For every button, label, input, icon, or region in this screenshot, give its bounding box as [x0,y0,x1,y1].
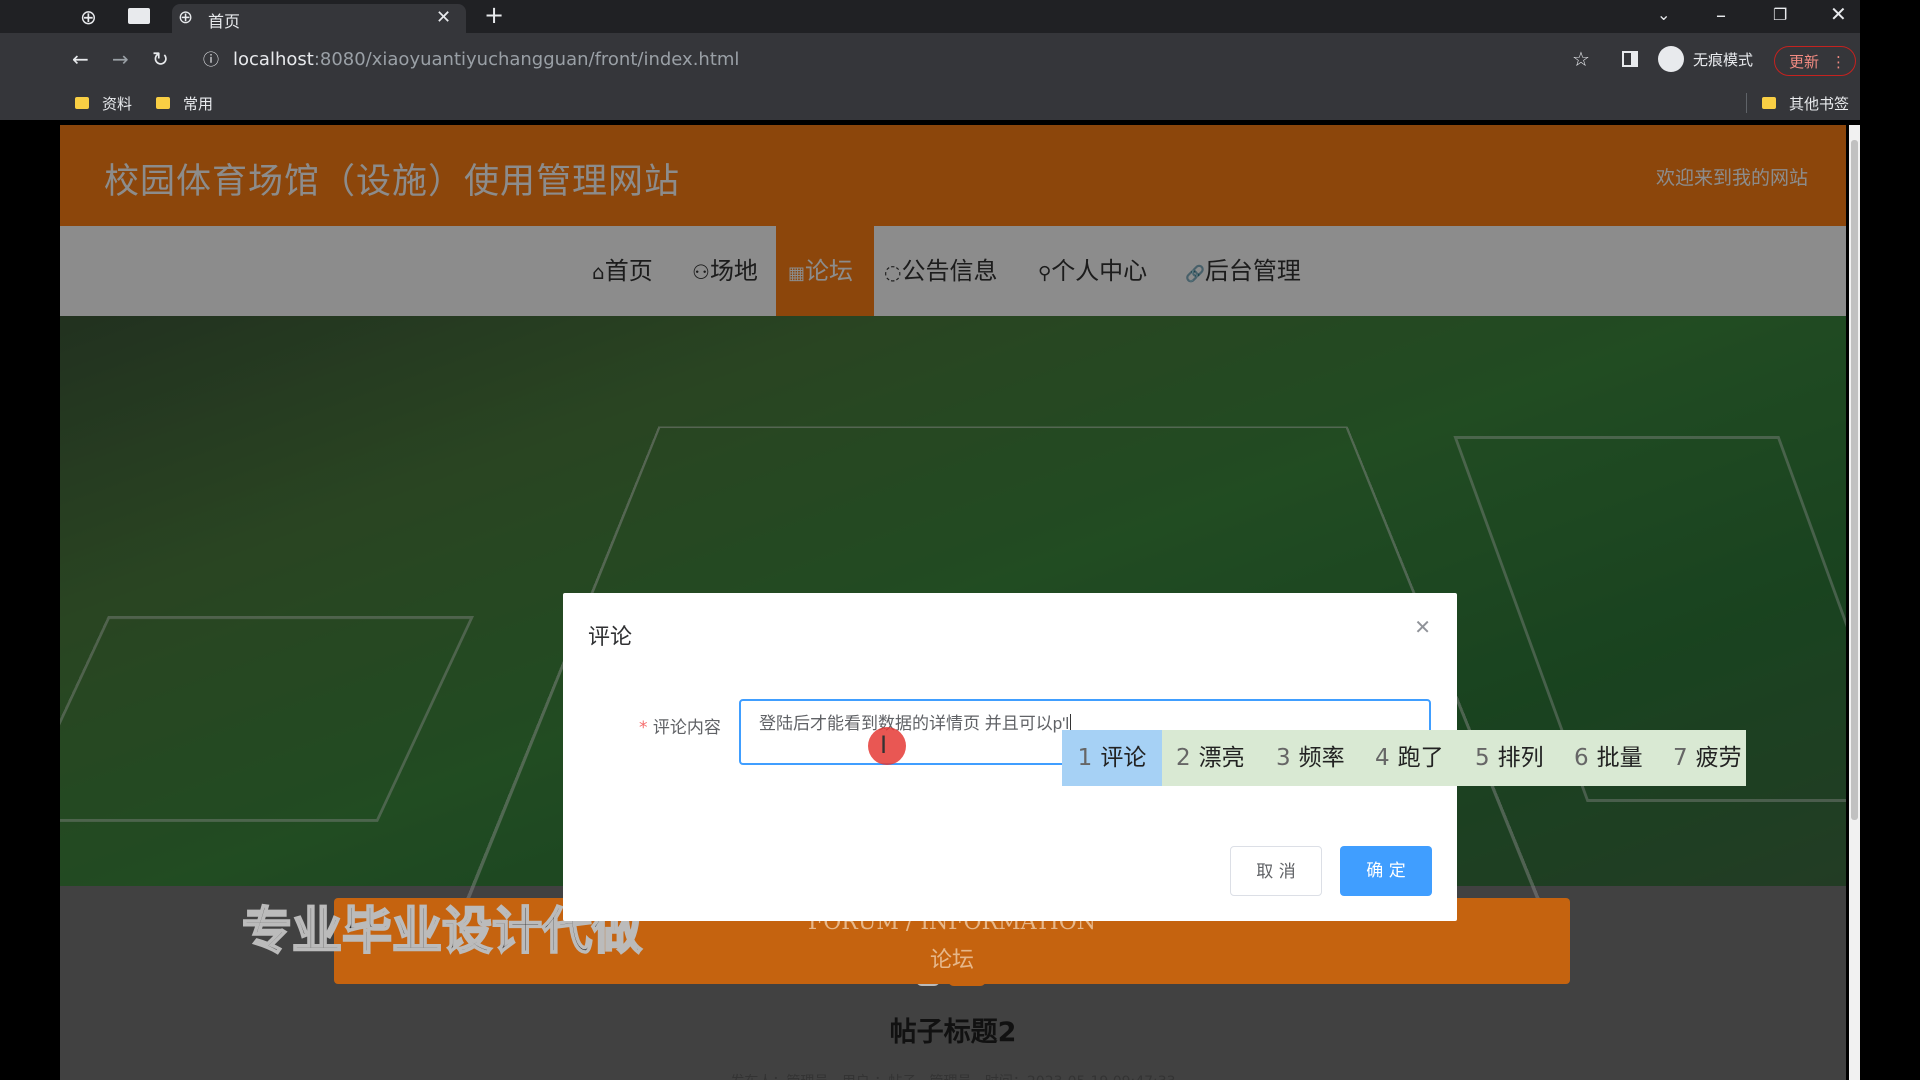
tab-search-icon[interactable] [128,8,150,24]
ime-candidate[interactable]: 2 漂亮 [1176,730,1245,786]
dialog-title: 评论 [588,625,633,650]
ime-candidate-text: 频率 [1298,745,1345,771]
page-scrollbar-thumb[interactable] [1851,140,1858,820]
ime-candidate[interactable]: 7 疲劳 [1673,730,1742,786]
back-icon[interactable]: ← [72,49,89,69]
ime-candidate-number: 2 [1176,745,1191,771]
ime-candidate-number: 4 [1375,745,1390,771]
minimize-icon[interactable]: – [1716,5,1726,25]
ime-candidate-bar: 1 评论 2 漂亮 3 频率 4 跑了 5 排列 6 批量 7 疲劳 [1062,730,1746,786]
restore-icon[interactable]: ❐ [1773,5,1787,25]
close-window-icon[interactable]: ✕ [1830,4,1847,24]
ime-candidate[interactable]: 6 批量 [1574,730,1643,786]
ime-candidate-text: 跑了 [1397,745,1444,771]
bookmark-folder-ziliao[interactable]: 资料 [102,93,132,114]
other-bookmarks[interactable]: 其他书签 [1789,93,1849,114]
incognito-label: 无痕模式 [1693,51,1754,69]
ime-candidate-number: 7 [1673,745,1688,771]
url-path: :8080/xiaoyuantiyuchangguan/front/index.… [313,49,740,70]
bookmark-folder-changyong[interactable]: 常用 [183,93,213,114]
ime-candidate-text: 漂亮 [1198,745,1245,771]
ime-candidate-text: 评论 [1100,745,1147,771]
ime-candidate[interactable]: 5 排列 [1475,730,1544,786]
browser-tab[interactable]: ⊕ 首页 ✕ [172,4,466,33]
address-bar-row: ← → ↻ ⓘ localhost:8080/xiaoyuantiyuchang… [0,33,1860,87]
ime-candidate-number: 5 [1475,745,1490,771]
post-title: 帖子标题2 [889,1017,1017,1048]
ime-candidate-number: 1 [1077,745,1093,771]
new-tab-icon[interactable]: + [484,3,504,27]
tab-close-icon[interactable]: ✕ [436,7,451,28]
site-info-icon[interactable]: ⓘ [203,50,219,70]
bookmarks-divider [1746,93,1747,113]
ime-candidate-text: 批量 [1596,745,1643,771]
browser-tab-bar: ⊕ ⊕ 首页 ✕ + ⌄ – ❐ ✕ [0,0,1860,33]
tab-title: 首页 [208,12,241,31]
browser-menu-icon[interactable]: ⊕ [80,7,97,27]
tab-list-chevron-icon[interactable]: ⌄ [1657,5,1670,25]
reload-icon[interactable]: ↻ [152,49,169,69]
cancel-button[interactable]: 取 消 [1230,846,1322,896]
ime-candidate[interactable]: 4 跑了 [1375,730,1444,786]
post-meta: 发布人：管理员 · 用户 ：帖子 · 管理员 · 时间：2023-05-19 0… [60,1071,1846,1080]
url-text[interactable]: localhost:8080/xiaoyuantiyuchangguan/fro… [233,49,739,70]
confirm-button[interactable]: 确 定 [1340,846,1432,896]
folder-icon [1762,97,1776,109]
comment-input-value: 登陆后才能看到数据的详情页 并且可以p'l [759,714,1070,733]
left-margin [0,120,60,1080]
right-margin [1860,0,1920,1080]
bookmark-star-icon[interactable]: ☆ [1572,49,1590,69]
side-panel-icon[interactable] [1622,51,1638,67]
folder-icon [156,97,170,109]
incognito-icon [1658,46,1684,72]
required-mark: * [639,718,653,738]
forward-icon[interactable]: → [112,49,129,69]
ime-candidate-number: 6 [1574,745,1589,771]
update-button[interactable]: 更新 ⋮ [1774,46,1856,76]
ime-candidate[interactable]: 1 评论 [1062,730,1162,786]
comment-field-label-text: 评论内容 [652,718,721,738]
ime-candidate[interactable]: 3 频率 [1276,730,1345,786]
update-label: 更新 [1789,53,1820,71]
web-page: 校园体育场馆（设施）使用管理网站 欢迎来到我的网站 ⌂首页 ⚇场地 ▦论坛 ◌公… [60,125,1846,1080]
ime-candidate-text: 疲劳 [1695,745,1742,771]
ime-candidate-number: 3 [1276,745,1291,771]
close-icon[interactable]: ✕ [1414,615,1431,639]
text-cursor-icon: I [880,731,888,759]
url-host: localhost [233,49,314,70]
browser-menu-dots-icon: ⋮ [1831,53,1847,71]
bookmarks-bar: 资料 常用 其他书签 [0,87,1860,120]
page-favicon-icon: ⊕ [178,7,194,28]
folder-icon [75,97,89,109]
comment-field-label: * 评论内容 [639,713,721,738]
ime-candidate-text: 排列 [1497,745,1544,771]
